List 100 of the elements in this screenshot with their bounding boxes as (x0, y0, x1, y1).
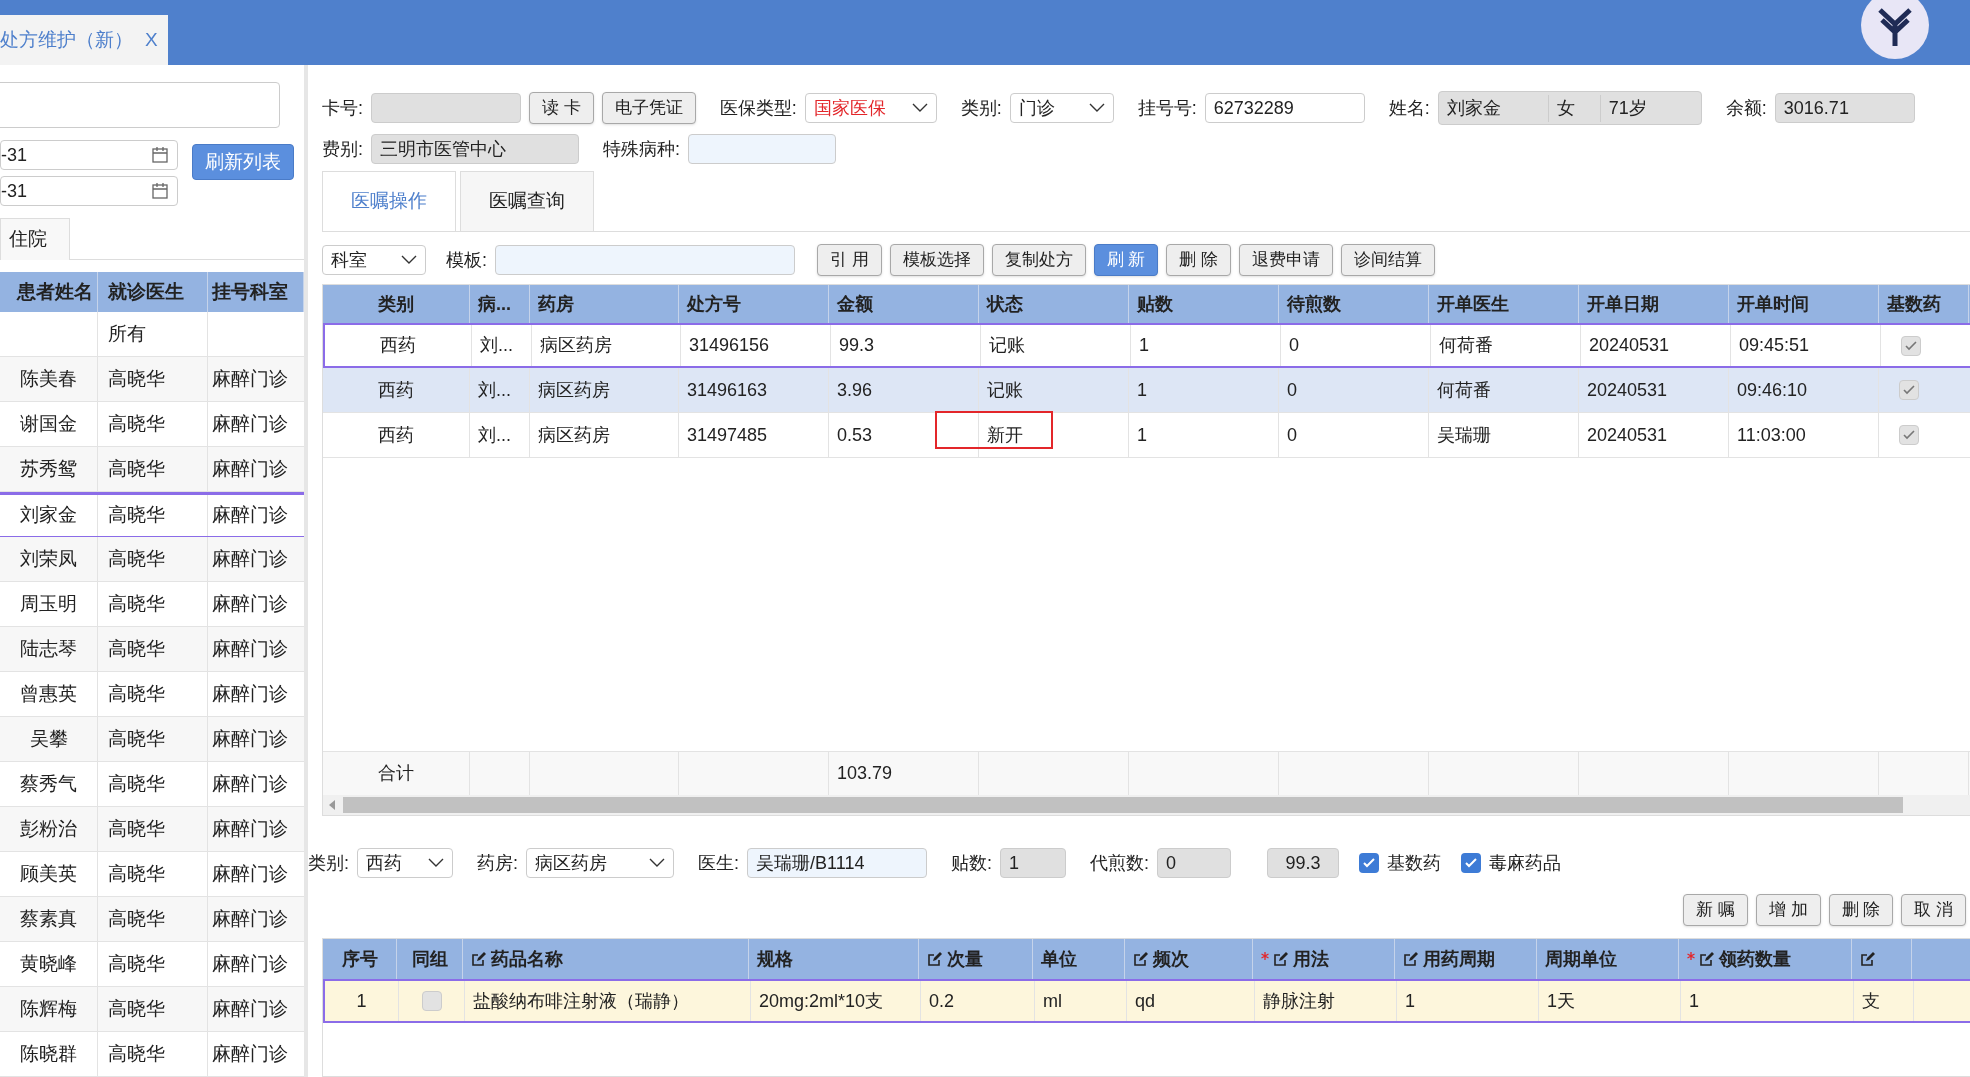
amount-field[interactable]: 99.3 (1267, 848, 1340, 878)
input-field[interactable]: 3016.71 (1774, 93, 1915, 123)
action-button[interactable]: 诊间结算 (1341, 244, 1436, 276)
patient-row[interactable]: 陆志琴 高晓华 麻醉门诊 (0, 627, 304, 672)
input-field[interactable] (688, 134, 837, 164)
table-cell-text: 麻醉门诊 (212, 996, 288, 1021)
tab[interactable]: 医嘱操作 (322, 171, 456, 231)
patient-row[interactable]: 陈美春 高晓华 麻醉门诊 (0, 357, 304, 402)
input-field[interactable]: 三明市医管中心 (371, 134, 579, 164)
dropdown[interactable]: 门诊 (1009, 93, 1114, 123)
check-icon (1363, 858, 1376, 868)
action-button[interactable]: 增 加 (1755, 894, 1821, 926)
patient-row[interactable]: 周玉明 高晓华 麻醉门诊 (0, 582, 304, 627)
prescription-row[interactable]: 西药 刘... 病区药房 31496156 99.3 记账 1 0 何荷番 20240531 09:45:51 (323, 323, 1970, 368)
action-button[interactable]: 模板选择 (889, 244, 984, 276)
tab-close[interactable]: X (145, 25, 158, 55)
action-button[interactable]: 取 消 (1901, 894, 1966, 926)
checkbox[interactable] (1899, 425, 1919, 445)
table-cell-text: 麻醉门诊 (212, 456, 288, 481)
table-cell-text: 11:03:00 (1737, 423, 1806, 447)
prescription-row[interactable]: 西药 刘... 病区药房 31496163 3.96 记账 1 0 何荷番 20240531 09:46:10 (323, 368, 1970, 413)
edit-icon (1273, 951, 1289, 967)
action-button[interactable]: 删 除 (1828, 894, 1894, 926)
field-label: 类别: (960, 96, 1002, 120)
dropdown[interactable]: 病区药房 (526, 848, 675, 878)
checkbox-label: 毒麻药品 (1489, 851, 1562, 875)
table-cell-text: 高晓华 (108, 1041, 165, 1066)
patient-row[interactable]: 所有 (0, 312, 304, 357)
table-cell-text: 陈美春 (20, 366, 77, 391)
patient-row[interactable]: 谢国金 高晓华 麻醉门诊 (0, 402, 304, 447)
input-field[interactable]: 1 (1000, 848, 1067, 878)
dropdown[interactable]: 西药 (357, 848, 453, 878)
table-cell-text: 高晓华 (108, 906, 165, 931)
patient-row[interactable]: 蔡素真 高晓华 麻醉门诊 (0, 897, 304, 942)
calendar-icon (151, 146, 169, 164)
table-cell-text: 高晓华 (108, 771, 165, 796)
table-cell-text: 1 (1405, 989, 1415, 1013)
patient-row[interactable]: 彭粉治 高晓华 麻醉门诊 (0, 807, 304, 852)
action-button[interactable]: 电子凭证 (601, 92, 696, 124)
tab[interactable]: 医嘱查询 (460, 171, 594, 231)
checkbox[interactable] (1901, 335, 1921, 356)
scroll-left-icon (329, 800, 335, 810)
action-button[interactable]: 读 卡 (529, 92, 594, 124)
date-field[interactable]: -31 (0, 140, 178, 170)
table-cell-text: 刘荣凤 (20, 546, 77, 571)
tab[interactable]: 住院 (0, 218, 70, 260)
table-cell-text: 麻醉门诊 (212, 1041, 288, 1066)
input-field[interactable]: 吴瑞珊/B1114 (747, 848, 928, 878)
table-cell-text: 麻醉门诊 (212, 726, 288, 751)
edit-icon (1403, 951, 1419, 967)
dropdown[interactable]: 科室 (322, 245, 426, 275)
drug-row[interactable]: 1 盐酸纳布啡注射液（瑞静） 20mg:2ml*10支 0.2 ml qd 静脉注射 1 1天 1 支 (323, 979, 1970, 1023)
patient-row[interactable]: 曾惠英 高晓华 麻醉门诊 (0, 672, 304, 717)
table-cell-text: 高晓华 (108, 366, 165, 391)
input-field[interactable]: 62732289 (1204, 93, 1365, 123)
patient-row[interactable]: 刘荣凤 高晓华 麻醉门诊 (0, 537, 304, 582)
date-field[interactable]: -31 (0, 176, 178, 206)
table-cell-text: 病区药房 (540, 334, 612, 357)
input-field[interactable] (495, 245, 795, 275)
input-field[interactable]: 0 (1157, 848, 1232, 878)
table-cell-text: 0 (1287, 423, 1297, 447)
checkbox[interactable] (1461, 853, 1482, 873)
dropdown[interactable]: 国家医保 (804, 93, 937, 123)
horizontal-scrollbar[interactable] (323, 795, 1970, 815)
table-cell-text: 09:46:10 (1737, 378, 1808, 402)
table-cell-text: 周玉明 (20, 591, 77, 616)
checkbox[interactable] (1899, 380, 1919, 400)
input-field[interactable] (371, 93, 521, 123)
search-box[interactable] (0, 82, 280, 128)
table-cell-text: 麻醉门诊 (212, 591, 288, 616)
patient-row[interactable]: 吴攀 高晓华 麻醉门诊 (0, 717, 304, 762)
table-cell-text: 新开 (987, 423, 1023, 447)
action-button[interactable]: 删 除 (1166, 244, 1232, 276)
patient-row[interactable]: 刘家金 高晓华 麻醉门诊 (0, 492, 304, 537)
edit-icon (927, 951, 943, 967)
table-cell-text: 20mg:2ml*10支 (759, 989, 884, 1013)
table-cell-text: 陆志琴 (20, 636, 77, 661)
table-cell-text: 高晓华 (108, 503, 165, 528)
tab-title: 处方维护（新） (0, 27, 133, 52)
window-tab[interactable]: 处方维护（新） X (0, 15, 168, 65)
patient-row[interactable]: 陈辉梅 高晓华 麻醉门诊 (0, 987, 304, 1032)
action-button[interactable]: 新 嘱 (1683, 894, 1748, 926)
patient-row[interactable]: 苏秀鸳 高晓华 麻醉门诊 (0, 447, 304, 492)
patient-row[interactable]: 蔡秀气 高晓华 麻醉门诊 (0, 762, 304, 807)
field-label: 代煎数: (1090, 851, 1150, 875)
patient-row[interactable]: 陈晓群 高晓华 麻醉门诊 (0, 1032, 304, 1077)
action-button[interactable]: 退费申请 (1239, 244, 1334, 276)
check-icon (1465, 858, 1478, 868)
table-cell-text: 31496163 (687, 378, 768, 402)
table-cell-text: 麻醉门诊 (212, 366, 288, 391)
patient-row[interactable]: 黄晓峰 高晓华 麻醉门诊 (0, 942, 304, 987)
action-button[interactable]: 复制处方 (991, 244, 1086, 276)
prescription-row[interactable]: 西药 刘... 病区药房 31497485 0.53 新开 1 0 吴瑞珊 20240531 11:03:00 (323, 413, 1970, 458)
table-cell-text: 20240531 (1587, 423, 1668, 447)
action-button[interactable]: 引 用 (817, 244, 882, 276)
checkbox[interactable] (421, 991, 442, 1011)
checkbox[interactable] (1359, 853, 1380, 873)
patient-row[interactable]: 顾美英 高晓华 麻醉门诊 (0, 852, 304, 897)
table-cell-text: 09:45:51 (1739, 334, 1810, 357)
table-cell-text: 谢国金 (20, 411, 77, 436)
